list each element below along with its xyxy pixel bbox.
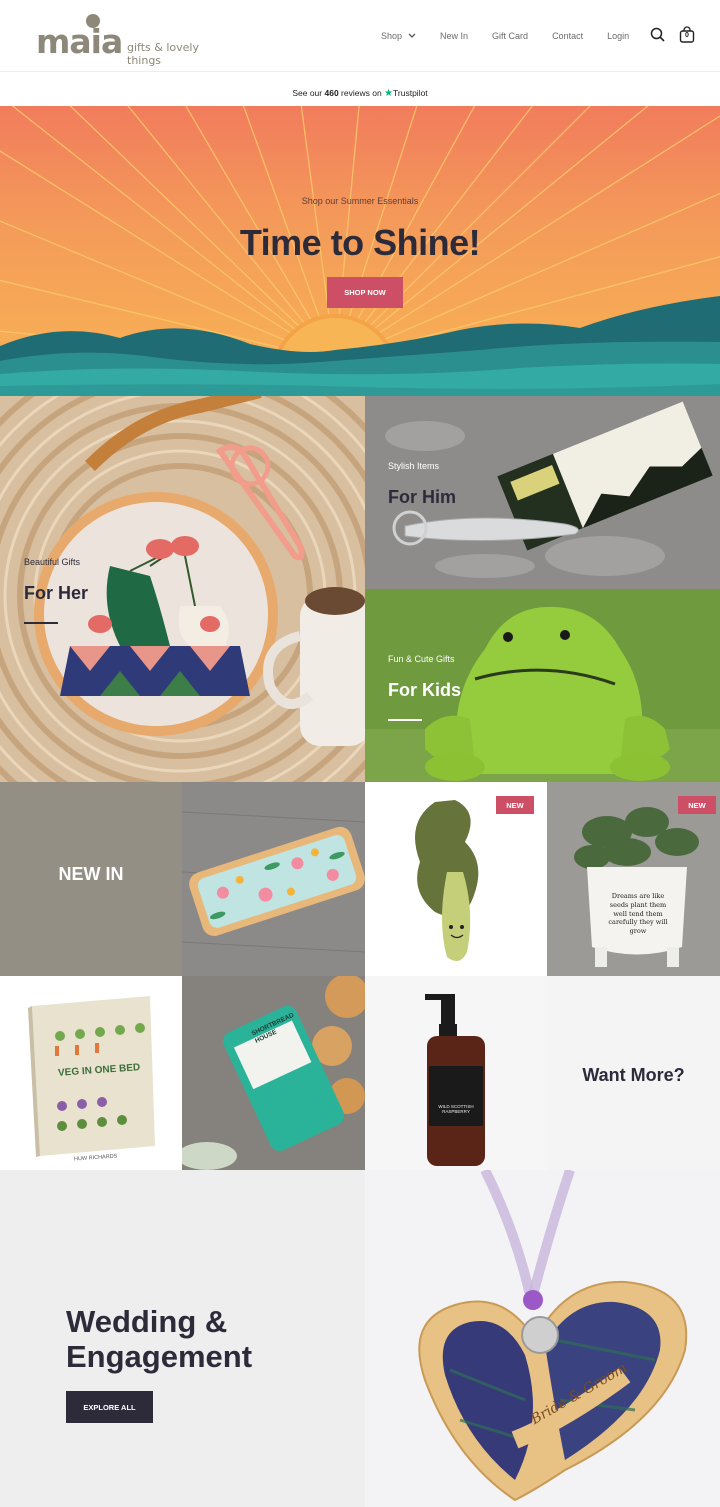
new-badge: NEW <box>496 796 534 814</box>
nav-item-contact[interactable]: Contact <box>552 31 583 41</box>
new-in-label: NEW IN <box>58 864 124 884</box>
trustpilot-brand: Trustpilot <box>393 88 428 98</box>
shortbread-tin-photo <box>182 976 365 1170</box>
wedding-title-line-1: Wedding & <box>66 1304 228 1339</box>
main-nav: Shop New In Gift Card Contact Login <box>381 31 653 41</box>
nav-item-gift-card[interactable]: Gift Card <box>492 31 528 41</box>
wedding-title-line-2: Engagement <box>66 1339 253 1374</box>
hero-banner: Shop our Summer Essentials Time to Shine… <box>0 106 720 396</box>
trustpilot-bar[interactable]: See our 460 reviews on ★Trustpilot <box>0 88 720 106</box>
category-tile-for-kids[interactable]: Fun & Cute Gifts For Kids <box>365 589 720 782</box>
want-more-label: Want More? <box>582 1065 685 1085</box>
product-tile-book[interactable]: VEG IN ONE BED HUW RICHARDS <box>0 976 182 1170</box>
new-badge: NEW <box>678 796 716 814</box>
tile-underline <box>388 719 422 721</box>
tile-eyebrow: Stylish Items <box>388 461 440 471</box>
product-tile-shortbread[interactable]: SHORTBREAD HOUSE <box>182 976 365 1170</box>
tile-eyebrow: Fun & Cute Gifts <box>388 654 455 664</box>
hero-title: Time to Shine! <box>239 222 481 263</box>
tile-title: For Him <box>388 487 457 507</box>
hero-eyebrow: Shop our Summer Essentials <box>301 196 419 206</box>
review-count: 460 <box>324 88 339 98</box>
pot-inscription: Dreams are like seeds plant them well te… <box>608 892 668 936</box>
nav-item-label: Shop <box>381 31 403 41</box>
nav-item-shop[interactable]: Shop <box>381 31 416 41</box>
trust-middle: reviews on <box>341 88 382 98</box>
wedding-heart-ornament-photo <box>365 1170 720 1507</box>
chevron-down-icon <box>408 33 416 38</box>
explore-all-button[interactable]: EXPLORE ALL <box>66 1391 153 1423</box>
new-in-tile[interactable]: NEW IN <box>0 782 182 976</box>
maia-logo[interactable]: maia gifts & lovely things <box>36 12 236 67</box>
cart-button[interactable]: 0 <box>678 26 696 44</box>
tile-title: For Kids <box>388 680 462 700</box>
lotion-bottle-photo <box>365 976 547 1170</box>
logo-tagline: gifts & lovely things <box>127 41 199 67</box>
nav-item-login[interactable]: Login <box>607 31 629 41</box>
trustpilot-star-icon: ★ <box>384 88 394 99</box>
floral-tray-photo <box>182 782 365 976</box>
cart-count: 0 <box>685 32 689 39</box>
logo-wordmark: maia <box>36 22 123 61</box>
tile-underline <box>24 622 58 624</box>
product-tile-kale-plush[interactable]: NEW <box>365 782 547 976</box>
tile-title: For Her <box>24 583 89 603</box>
wedding-title: Wedding & Engagement <box>66 1304 252 1374</box>
tile-eyebrow: Beautiful Gifts <box>24 557 81 567</box>
product-tile-tray[interactable] <box>182 782 365 976</box>
trust-prefix: See our <box>292 88 323 98</box>
site-header: maia gifts & lovely things Shop New In G… <box>0 0 720 72</box>
nav-item-new-in[interactable]: New In <box>440 31 468 41</box>
search-icon[interactable] <box>649 26 667 44</box>
wedding-product-tile[interactable]: Bride & Groom <box>365 1170 720 1507</box>
lotion-label: WILD SCOTTISH RASPBERRY <box>438 1104 474 1115</box>
product-tile-lotion[interactable]: WILD SCOTTISH RASPBERRY <box>365 976 547 1170</box>
product-tile-plant-pot[interactable]: Dreams are like seeds plant them well te… <box>547 782 720 976</box>
wedding-section: Wedding & Engagement EXPLORE ALL <box>0 1170 365 1507</box>
want-more-tile[interactable]: Want More? <box>547 976 720 1170</box>
shop-now-button[interactable]: SHOP NOW <box>327 277 403 308</box>
category-tile-for-her[interactable]: Beautiful Gifts For Her <box>0 396 365 782</box>
category-tile-for-him[interactable]: Stylish Items For Him <box>365 396 720 589</box>
